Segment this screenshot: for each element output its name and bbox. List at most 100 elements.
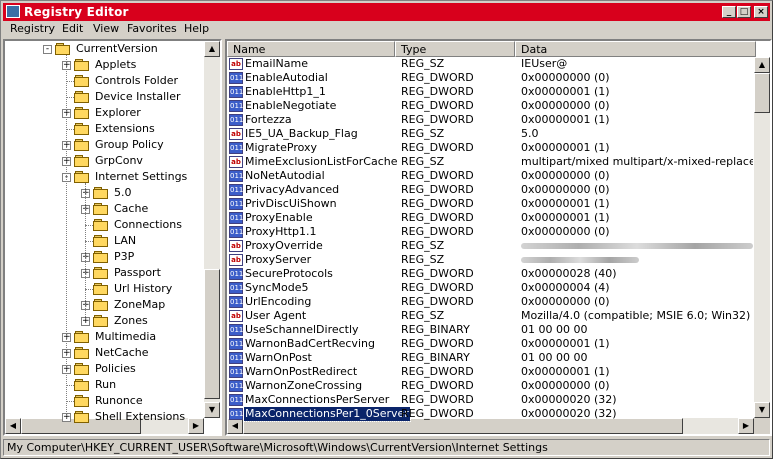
value-data: 0x00000000 (0) (521, 225, 610, 238)
value-row[interactable]: 011 NoNetAutodial REG_DWORD 0x00000000 (0) (227, 169, 754, 183)
value-row[interactable]: 011 WarnOnPost REG_BINARY 01 00 00 00 (227, 351, 754, 365)
tree-item[interactable]: + NetCache (5, 345, 204, 361)
list-scroll-down-arrow-icon[interactable]: ▼ (754, 402, 770, 418)
value-row[interactable]: 011 ProxyEnable REG_DWORD 0x00000001 (1) (227, 211, 754, 225)
list-vertical-scrollbar[interactable]: ▲ ▼ (754, 57, 770, 418)
tree-item[interactable]: + Explorer (5, 105, 204, 121)
folder-icon (74, 395, 90, 407)
tree-item[interactable]: + Policies (5, 361, 204, 377)
title-bar[interactable]: Registry Editor _ □ × (3, 3, 770, 21)
value-name: WarnonBadCertRecving (245, 337, 375, 350)
value-row[interactable]: 011 EnableAutodial REG_DWORD 0x00000000 (0) (227, 71, 754, 85)
string-value-icon: ab (229, 310, 243, 322)
values-list-pane[interactable]: Name Type Data ▲ ▼ ◀ ▶ ab EmailName REG_SZ… (225, 39, 772, 436)
folder-icon (74, 171, 90, 183)
value-name: SecureProtocols (245, 267, 333, 280)
value-row[interactable]: ab ProxyOverride REG_SZ (227, 239, 754, 253)
value-row[interactable]: 011 ProxyHttp1.1 REG_DWORD 0x00000000 (0) (227, 225, 754, 239)
value-row[interactable]: 011 EnableNegotiate REG_DWORD 0x00000000 (0… (227, 99, 754, 113)
value-name: MigrateProxy (245, 141, 318, 154)
tree-item[interactable]: +5.0 (5, 185, 204, 201)
value-row[interactable]: 011 UrlEncoding REG_DWORD 0x00000000 (0) (227, 295, 754, 309)
tree-item[interactable]: Url History (5, 281, 204, 297)
tree-guide-line (66, 55, 67, 418)
tree-item[interactable]: + Shell Extensions (5, 409, 204, 425)
value-row[interactable]: 011 MigrateProxy REG_DWORD 0x00000001 (1) (227, 141, 754, 155)
value-row[interactable]: 011 WarnonZoneCrossing REG_DWORD 0x00000000… (227, 379, 754, 393)
tree-item[interactable]: + Zones (5, 313, 204, 329)
folder-icon (93, 315, 109, 327)
tree-item[interactable]: Device Installer (5, 89, 204, 105)
tree-vertical-scrollbar[interactable]: ▲ ▼ (204, 41, 220, 418)
tree-item-label: Group Policy (95, 138, 164, 151)
string-value-icon: ab (229, 58, 243, 70)
tree-item[interactable]: + Passport (5, 265, 204, 281)
folder-icon (74, 59, 90, 71)
tree-item[interactable]: + GrpConv (5, 153, 204, 169)
menu-favorites[interactable]: Favorites (127, 22, 177, 35)
value-row[interactable]: ab User Agent REG_SZ Mozilla/4.0 (compatibl… (227, 309, 754, 323)
value-name: UseSchannelDirectly (245, 323, 359, 336)
minimize-button[interactable]: _ (722, 6, 736, 18)
value-type: REG_DWORD (401, 225, 474, 238)
tree-item[interactable]: + P3P (5, 249, 204, 265)
menu-help[interactable]: Help (184, 22, 209, 35)
value-row[interactable]: 011 PrivDiscUiShown REG_DWORD 0x00000001 (1… (227, 197, 754, 211)
close-button[interactable]: × (754, 6, 768, 18)
menu-view[interactable]: View (93, 22, 119, 35)
tree-item[interactable]: - Internet Settings (5, 169, 204, 185)
value-data: 0x00000001 (1) (521, 197, 610, 210)
value-row[interactable]: ab ProxyServer REG_SZ (227, 253, 754, 267)
list-scroll-thumb[interactable] (754, 73, 770, 113)
tree-item[interactable]: + Multimedia (5, 329, 204, 345)
value-name: WarnOnPost (245, 351, 312, 364)
value-name: ProxyEnable (245, 211, 313, 224)
tree-connector (85, 241, 93, 242)
value-row[interactable]: 011 Fortezza REG_DWORD 0x00000001 (1) (227, 113, 754, 127)
menu-edit[interactable]: Edit (62, 22, 83, 35)
value-row[interactable]: 011 SecureProtocols REG_DWORD 0x00000028 (4… (227, 267, 754, 281)
tree-item[interactable]: + Cache (5, 201, 204, 217)
maximize-button[interactable]: □ (737, 6, 751, 18)
tree-item[interactable]: Runonce (5, 393, 204, 409)
collapse-icon[interactable]: - (43, 45, 52, 54)
value-name: ProxyHttp1.1 (245, 225, 317, 238)
scroll-up-arrow-icon[interactable]: ▲ (204, 41, 220, 57)
tree-item-label: Url History (114, 282, 173, 295)
column-header-name[interactable]: Name (227, 41, 395, 57)
value-row[interactable]: 011 EnableHttp1_1 REG_DWORD 0x00000001 (1) (227, 85, 754, 99)
tree-scroll-thumb[interactable] (204, 269, 220, 399)
column-header-type[interactable]: Type (395, 41, 515, 57)
value-row[interactable]: 011 WarnonBadCertRecving REG_DWORD 0x000000… (227, 337, 754, 351)
tree-item[interactable]: - CurrentVersion (5, 41, 204, 57)
list-scroll-up-arrow-icon[interactable]: ▲ (754, 57, 770, 73)
tree-item[interactable]: + Group Policy (5, 137, 204, 153)
value-row[interactable]: 011 MaxConnectionsPerServer REG_DWORD 0x000… (227, 393, 754, 407)
tree-item[interactable]: Run (5, 377, 204, 393)
key-tree-pane[interactable]: ▲ ▼ ◀ ▶ - CurrentVersion + Applets Controls … (3, 39, 222, 436)
menu-registry[interactable]: Registry (10, 22, 55, 35)
value-row[interactable]: ab EmailName REG_SZ IEUser@ (227, 57, 754, 71)
window-title: Registry Editor (24, 5, 129, 19)
value-row[interactable]: 011 UseSchannelDirectly REG_BINARY 01 00 00… (227, 323, 754, 337)
value-row[interactable]: 011 PrivacyAdvanced REG_DWORD 0x00000000 (0… (227, 183, 754, 197)
value-row[interactable]: ab MimeExclusionListForCache REG_SZ multipa… (227, 155, 754, 169)
folder-icon (74, 123, 90, 135)
tree-item[interactable]: Connections (5, 217, 204, 233)
value-row[interactable]: 011 MaxConnectionsPer1_0Server REG_DWORD 0x… (227, 406, 754, 422)
tree-item[interactable]: LAN (5, 233, 204, 249)
status-bar: My Computer\HKEY_CURRENT_USER\Software\M… (3, 439, 770, 456)
tree-item[interactable]: + ZoneMap (5, 297, 204, 313)
binary-value-icon: 011 (229, 100, 244, 112)
tree-item[interactable]: Extensions (5, 121, 204, 137)
value-row[interactable]: ab IE5_UA_Backup_Flag REG_SZ 5.0 (227, 127, 754, 141)
value-type: REG_DWORD (401, 267, 474, 280)
value-row[interactable]: 011 SyncMode5 REG_DWORD 0x00000004 (4) (227, 281, 754, 295)
column-header-data[interactable]: Data (515, 41, 756, 57)
tree-item[interactable]: + Applets (5, 57, 204, 73)
value-row[interactable]: 011 WarnOnPostRedirect REG_DWORD 0x00000001… (227, 365, 754, 379)
scroll-down-arrow-icon[interactable]: ▼ (204, 402, 220, 418)
folder-icon (93, 267, 109, 279)
binary-value-icon: 011 (229, 338, 244, 350)
tree-item[interactable]: Controls Folder (5, 73, 204, 89)
